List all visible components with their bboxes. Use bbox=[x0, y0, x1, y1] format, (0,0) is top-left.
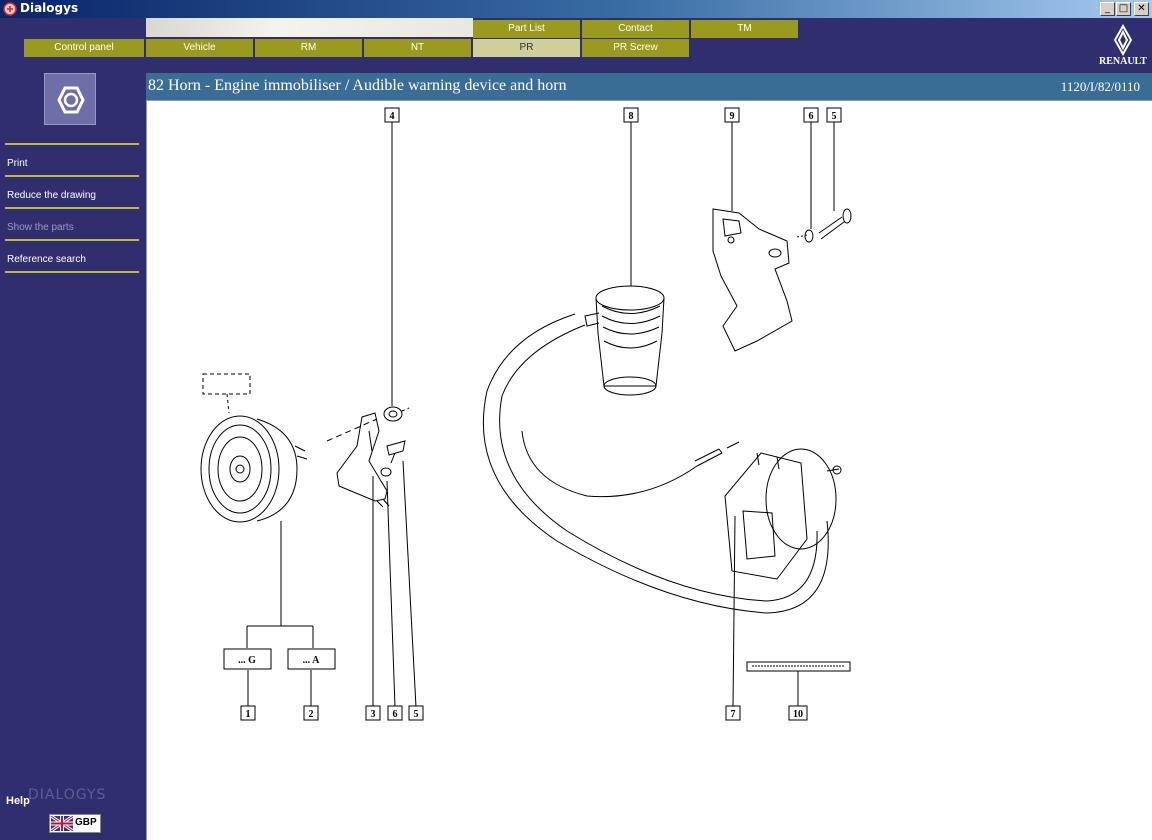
menu-show-parts: Show the parts bbox=[7, 222, 74, 233]
tab-rm[interactable]: RM bbox=[255, 39, 363, 57]
minimize-button[interactable]: _ bbox=[1100, 2, 1115, 16]
exploded-diagram-area: ... G ... A 4 8 9 6 5 1 2 3 6 5 7 10 bbox=[146, 100, 1152, 840]
sidebar: Print Reduce the drawing Show the parts … bbox=[0, 73, 146, 840]
menu-divider bbox=[5, 143, 139, 145]
variant-box-g: ... G bbox=[223, 648, 272, 670]
callout-4[interactable]: 4 bbox=[384, 107, 400, 123]
menu-divider bbox=[5, 239, 139, 241]
app-icon bbox=[3, 2, 17, 16]
callout-5-top[interactable]: 5 bbox=[826, 107, 842, 123]
drawing-reference: 1120/I/82/0110 bbox=[1060, 79, 1140, 94]
svg-text:10: 10 bbox=[793, 709, 803, 720]
tab-nt[interactable]: NT bbox=[364, 39, 472, 57]
variant-label-g: ... G bbox=[238, 655, 256, 666]
callout-10[interactable]: 10 bbox=[788, 705, 808, 721]
svg-text:9: 9 bbox=[730, 111, 735, 122]
callout-5-bottom[interactable]: 5 bbox=[408, 705, 424, 721]
maximize-button[interactable]: □ bbox=[1116, 2, 1131, 16]
callout-6-bottom[interactable]: 6 bbox=[387, 705, 403, 721]
svg-text:5: 5 bbox=[414, 709, 419, 720]
svg-text:4: 4 bbox=[390, 111, 395, 122]
callout-6-top[interactable]: 6 bbox=[803, 107, 819, 123]
disc-horn-drawing bbox=[200, 373, 314, 648]
siren-bracket-drawing bbox=[712, 208, 852, 352]
menu-print[interactable]: Print bbox=[7, 158, 28, 169]
callout-3[interactable]: 3 bbox=[365, 705, 381, 721]
callout-1[interactable]: 1 bbox=[240, 705, 256, 721]
horn-bracket-drawing bbox=[326, 406, 410, 508]
page-title: 82 Horn - Engine immobiliser / Audible w… bbox=[148, 77, 567, 94]
tab-tm[interactable]: TM bbox=[691, 20, 799, 38]
close-button[interactable]: ✕ bbox=[1134, 2, 1149, 16]
menu-reduce-drawing[interactable]: Reduce the drawing bbox=[7, 190, 96, 201]
tab-pr-screw[interactable]: PR Screw bbox=[582, 39, 690, 57]
svg-text:8: 8 bbox=[629, 111, 634, 122]
tab-part-list[interactable]: Part List bbox=[473, 20, 581, 38]
callout-8[interactable]: 8 bbox=[623, 107, 639, 123]
label-strip-drawing bbox=[746, 661, 851, 672]
menu-reference-search[interactable]: Reference search bbox=[7, 254, 86, 265]
menu-divider bbox=[5, 175, 139, 177]
trumpet-horn-drawing bbox=[724, 448, 842, 580]
exploded-diagram: ... G ... A 4 8 9 6 5 1 2 3 6 5 7 10 bbox=[200, 107, 852, 721]
tab-control-panel[interactable]: Control panel bbox=[24, 39, 145, 57]
leader-lines bbox=[247, 121, 835, 708]
svg-text:6: 6 bbox=[393, 709, 398, 720]
dialogys-watermark: DIALOGYS bbox=[28, 787, 107, 803]
title-bar: Dialogys _ □ ✕ bbox=[0, 0, 1152, 18]
tab-pr[interactable]: PR bbox=[473, 39, 581, 57]
callout-7[interactable]: 7 bbox=[725, 705, 741, 721]
application-window: Dialogys _ □ ✕ Part List Contact TM Cont… bbox=[0, 0, 1152, 840]
svg-text:7: 7 bbox=[731, 709, 736, 720]
window-title: Dialogys bbox=[20, 1, 79, 15]
menu-divider bbox=[5, 271, 139, 273]
callout-2[interactable]: 2 bbox=[303, 705, 319, 721]
variant-label-a: ... A bbox=[303, 655, 320, 666]
svg-text:1: 1 bbox=[246, 709, 251, 720]
svg-text:2: 2 bbox=[309, 709, 314, 720]
tab-contact[interactable]: Contact bbox=[582, 20, 690, 38]
menu-divider bbox=[5, 207, 139, 209]
header-decoration bbox=[146, 18, 473, 37]
renault-logo: RENAULT bbox=[1099, 24, 1147, 67]
help-link[interactable]: Help bbox=[6, 795, 30, 807]
svg-text:5: 5 bbox=[832, 111, 837, 122]
variant-box-a: ... A bbox=[287, 648, 336, 670]
language-code: GBP bbox=[75, 817, 97, 828]
tab-vehicle[interactable]: Vehicle bbox=[146, 39, 254, 57]
callout-9[interactable]: 9 bbox=[724, 107, 740, 123]
language-selector[interactable]: GBP bbox=[49, 814, 101, 833]
part-category-icon bbox=[44, 73, 96, 125]
page-title-bar: 82 Horn - Engine immobiliser / Audible w… bbox=[146, 73, 1152, 100]
uk-flag-icon bbox=[51, 816, 73, 831]
siren-unit-drawing bbox=[584, 285, 665, 396]
svg-text:3: 3 bbox=[371, 709, 376, 720]
svg-text:6: 6 bbox=[809, 111, 814, 122]
brand-logo-text: RENAULT bbox=[1099, 56, 1147, 67]
